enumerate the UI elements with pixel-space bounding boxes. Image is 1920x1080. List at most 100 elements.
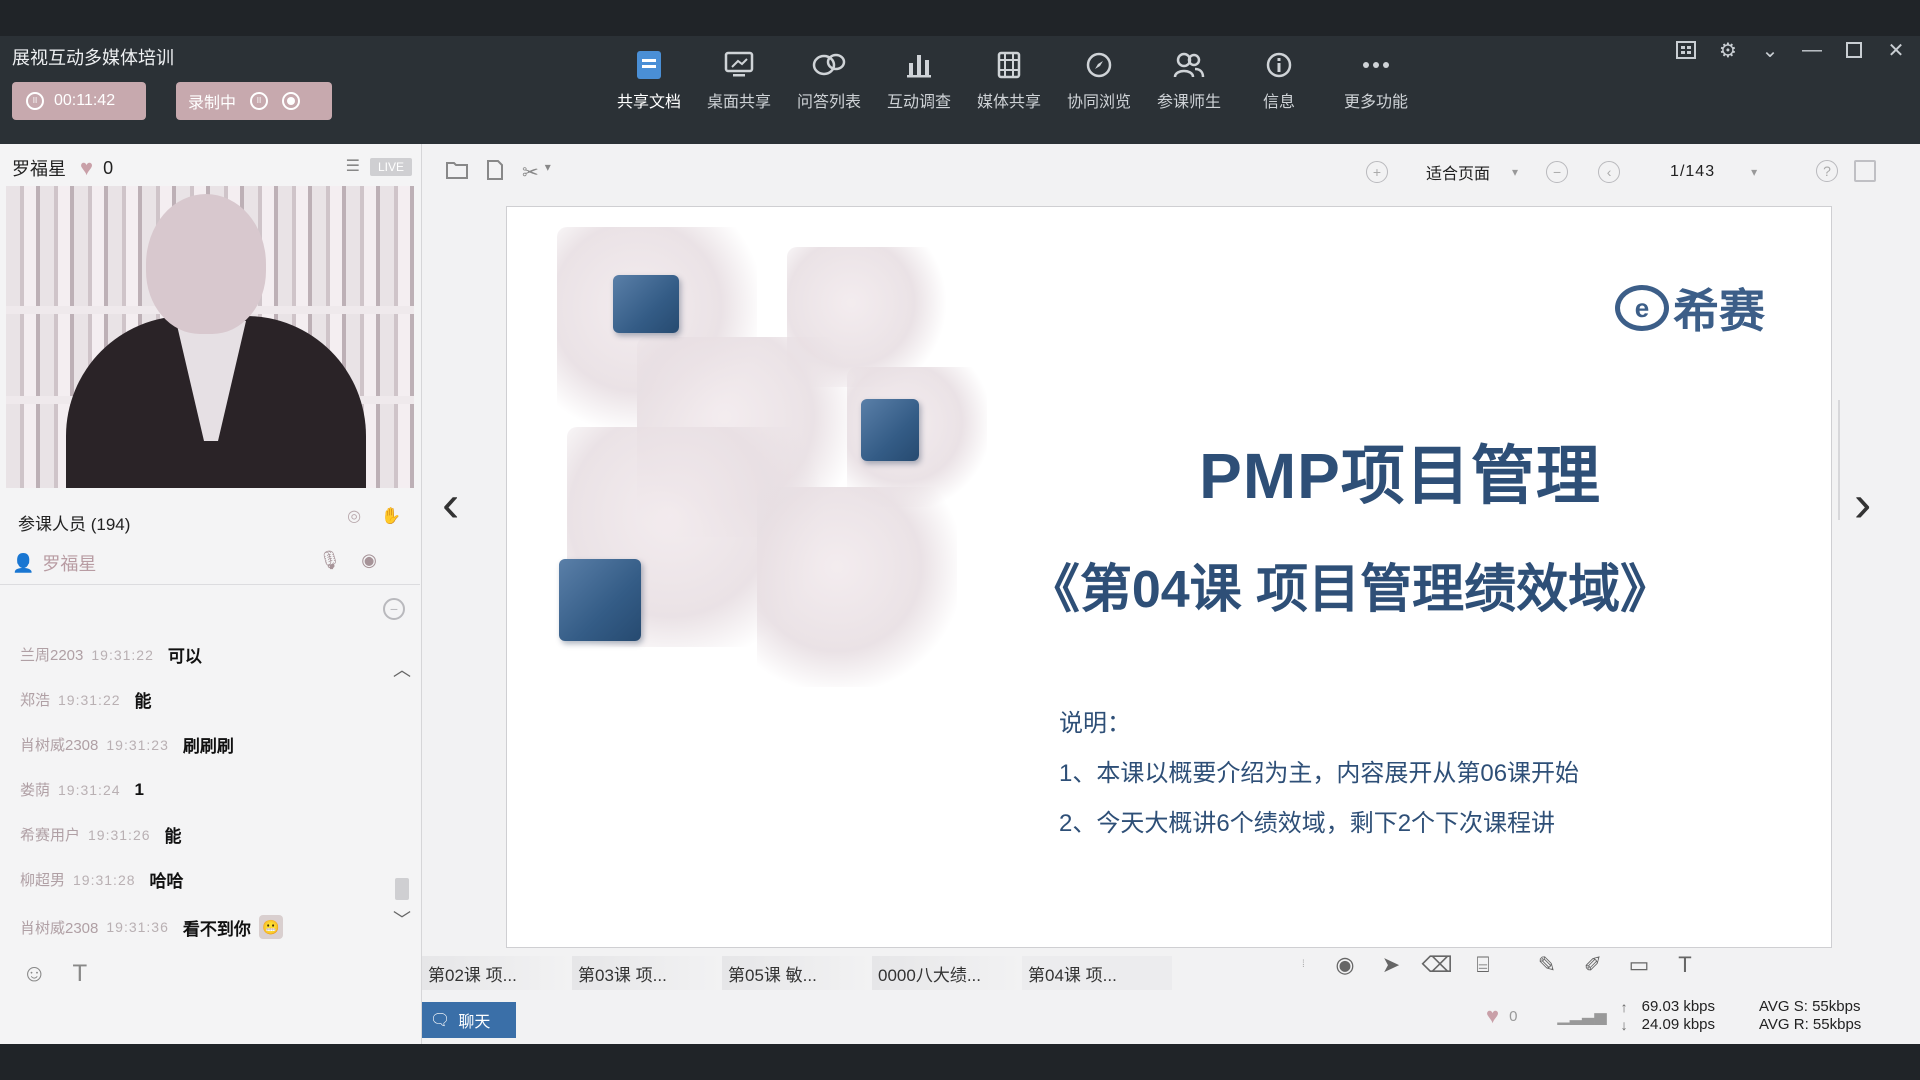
clear-broom-icon[interactable]: ⌸ bbox=[1460, 952, 1506, 978]
network-stats: ♥ 0 ▁▂▃▅ ↑ ↓ 69.03 kbps 24.09 kbps AVG S:… bbox=[1486, 998, 1861, 1034]
close-icon[interactable]: ✕ bbox=[1882, 36, 1910, 64]
new-document-icon[interactable] bbox=[486, 160, 504, 186]
attendee-row-actions: 🎙 ◉ bbox=[318, 550, 377, 571]
attendee-name: 罗福星 bbox=[42, 554, 97, 574]
page-indicator[interactable]: 1/143 bbox=[1670, 163, 1715, 181]
caret-down-icon[interactable]: ▾ bbox=[545, 160, 551, 186]
tool-info[interactable]: 信息 bbox=[1234, 48, 1324, 112]
tool-qa-list[interactable]: 问答列表 bbox=[784, 48, 874, 112]
chat-tab-button[interactable]: 🗨 聊天 bbox=[422, 1002, 516, 1038]
doc-tab[interactable]: 第05课 敏... bbox=[722, 956, 872, 990]
scroll-thumb[interactable] bbox=[395, 878, 409, 900]
document-view-controls: + 适合页面 ▾ − ‹ 1/143 ▾ bbox=[1366, 160, 1757, 184]
doc-tab-active[interactable]: 第04课 项... bbox=[1022, 956, 1172, 990]
pen-icon[interactable]: ✐ bbox=[1570, 952, 1616, 978]
text-format-icon[interactable]: T bbox=[73, 960, 88, 988]
top-frame-bar bbox=[0, 0, 1920, 36]
prev-page-icon[interactable]: ‹ bbox=[1598, 161, 1621, 183]
chat-bubble-icon: 🗨 bbox=[430, 1012, 451, 1029]
chat-message: 肖树威2308 19:31:36 看不到你 😬 bbox=[20, 902, 390, 952]
doc-tab[interactable]: 第02课 项... bbox=[422, 956, 572, 990]
chat-tab-label: 聊天 bbox=[458, 1014, 491, 1031]
attendees-header: 参课人员 (194) bbox=[18, 510, 130, 535]
camera-icon[interactable]: ◉ bbox=[361, 550, 377, 571]
zoom-in-icon[interactable]: + bbox=[1366, 161, 1388, 183]
drag-handle-icon[interactable]: ⁞ bbox=[1302, 960, 1312, 970]
chat-message: 柳超男 19:31:28 哈哈 bbox=[20, 857, 390, 902]
slide-scrollbar[interactable] bbox=[1838, 400, 1840, 520]
folder-open-icon[interactable] bbox=[446, 160, 468, 186]
record-pause-icon[interactable]: II bbox=[250, 92, 269, 110]
document-toolbar: ✂ ▾ + 适合页面 ▾ − ‹ 1/143 ▾ ? bbox=[422, 144, 1920, 200]
laser-pointer-icon[interactable]: ◉ bbox=[1322, 952, 1368, 978]
chat-text: 哈哈 bbox=[149, 872, 184, 891]
avg-recv-rate: AVG R: 55kbps bbox=[1759, 1016, 1862, 1033]
record-stop-icon[interactable] bbox=[282, 92, 301, 110]
chevron-up-icon[interactable]: ︿ bbox=[393, 656, 411, 682]
list-menu-icon[interactable]: ☰ bbox=[346, 156, 360, 176]
minimize-icon[interactable]: — bbox=[1798, 36, 1826, 64]
tool-more[interactable]: 更多功能 bbox=[1326, 48, 1426, 112]
eraser-icon[interactable]: ⌫ bbox=[1414, 952, 1460, 978]
scissors-icon[interactable]: ✂ bbox=[522, 160, 539, 186]
tool-label: 互动调查 bbox=[886, 94, 951, 111]
doc-tab[interactable]: 第03课 项... bbox=[572, 956, 722, 990]
presenter-name: 罗福星 bbox=[12, 159, 66, 179]
chevron-down-icon[interactable]: ⌄ bbox=[1756, 36, 1784, 64]
chat-sender: 肖树威2308 bbox=[20, 737, 99, 754]
download-rate: 24.09 kbps bbox=[1641, 1016, 1716, 1033]
like-count: 0 bbox=[1509, 1007, 1518, 1025]
users-icon bbox=[1172, 48, 1206, 82]
chat-message: 希赛用户 19:31:26 能 bbox=[20, 812, 390, 857]
microphone-icon[interactable]: 🎙 bbox=[318, 550, 341, 571]
hand-raise-icon[interactable]: ✋ bbox=[381, 506, 401, 526]
settings-gear-icon[interactable]: ⚙ bbox=[1714, 36, 1742, 64]
layout-icon[interactable] bbox=[1672, 36, 1700, 64]
doc-tab[interactable]: 0000八大绩... bbox=[872, 956, 1022, 990]
tool-label: 协同浏览 bbox=[1066, 94, 1131, 111]
tool-co-browse[interactable]: 协同浏览 bbox=[1054, 48, 1144, 112]
up-down-arrows-icon: ↑ ↓ bbox=[1620, 999, 1628, 1033]
qa-chat-icon bbox=[812, 48, 846, 82]
heart-icon[interactable]: ♥ bbox=[1486, 1003, 1499, 1029]
slide-title: PMP项目管理 bbox=[1199, 440, 1601, 512]
zoom-out-icon[interactable]: − bbox=[1546, 161, 1569, 183]
chat-time: 19:31:24 bbox=[58, 781, 121, 798]
help-icon[interactable]: ? bbox=[1816, 160, 1838, 182]
bottom-frame-bar bbox=[0, 1044, 1920, 1080]
brand-name: 希赛 bbox=[1673, 285, 1765, 337]
tool-label: 问答列表 bbox=[796, 94, 861, 111]
document-area: ✂ ▾ + 适合页面 ▾ − ‹ 1/143 ▾ ? ‹ e 希赛 PMP项目管… bbox=[422, 144, 1920, 1044]
tool-participants[interactable]: 参课师生 bbox=[1144, 48, 1234, 112]
collapse-icon[interactable]: − bbox=[383, 598, 405, 620]
video-grid-icon[interactable]: ◎ bbox=[347, 506, 361, 526]
page-caret-icon[interactable]: ▾ bbox=[1751, 165, 1757, 179]
rectangle-icon[interactable]: ▭ bbox=[1616, 952, 1662, 978]
timer-button[interactable]: II 00:11:42 bbox=[12, 82, 146, 120]
emoji-icon[interactable]: ☺ bbox=[22, 960, 47, 988]
tool-desktop-share[interactable]: 桌面共享 bbox=[694, 48, 784, 112]
prev-slide-arrow[interactable]: ‹ bbox=[442, 474, 459, 534]
tool-media-share[interactable]: 媒体共享 bbox=[964, 48, 1054, 112]
highlighter-icon[interactable]: ✎ bbox=[1524, 952, 1570, 978]
zoom-caret-icon[interactable]: ▾ bbox=[1512, 165, 1518, 179]
chat-time: 19:31:22 bbox=[91, 646, 154, 663]
tool-share-document[interactable]: 共享文档 bbox=[604, 48, 694, 112]
text-tool-icon[interactable]: T bbox=[1662, 952, 1708, 978]
zoom-select[interactable]: 适合页面 bbox=[1426, 160, 1490, 184]
recording-button[interactable]: 录制中 II bbox=[176, 82, 332, 120]
select-cursor-icon[interactable]: ➤ bbox=[1368, 952, 1414, 978]
presenter-video[interactable] bbox=[6, 186, 414, 488]
slide-note-heading: 说明： bbox=[1059, 710, 1131, 737]
chevron-down-icon[interactable]: ﹀ bbox=[393, 906, 411, 932]
tool-label: 桌面共享 bbox=[706, 94, 771, 111]
chat-scrollbar[interactable]: ︿ ﹀ bbox=[393, 656, 411, 930]
tool-label: 信息 bbox=[1262, 94, 1295, 111]
maximize-icon[interactable] bbox=[1840, 36, 1868, 64]
annotation-tools: ⁞ ◉ ➤ ⌫ ⌸ ✎ ✐ ▭ T bbox=[1302, 952, 1708, 978]
tool-survey[interactable]: 互动调查 bbox=[874, 48, 964, 112]
attendee-row-presenter[interactable]: 👤 罗福星 bbox=[12, 550, 96, 576]
next-slide-arrow[interactable]: › bbox=[1854, 474, 1871, 534]
fullscreen-icon[interactable] bbox=[1854, 160, 1876, 182]
heart-icon[interactable]: ♥ bbox=[80, 155, 93, 181]
